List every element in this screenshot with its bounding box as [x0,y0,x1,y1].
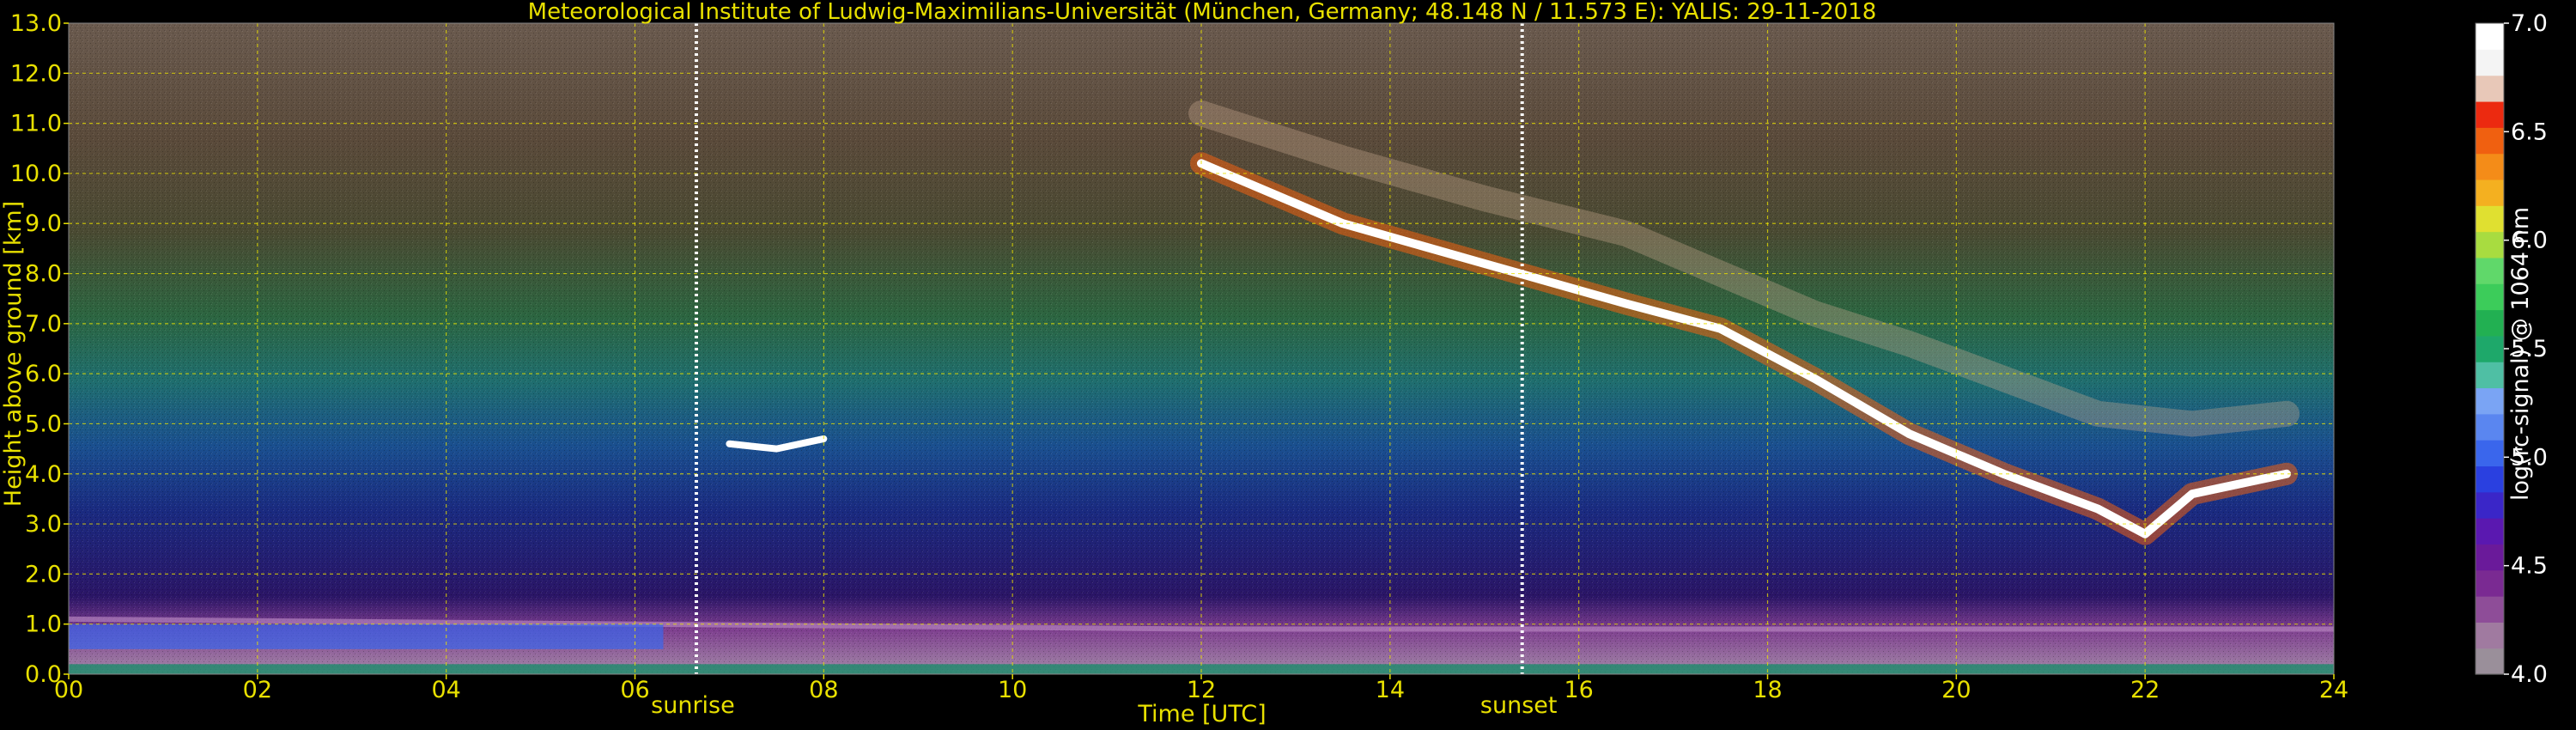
lidar-chart: sunrise sunset 00 02 04 06 08 10 12 14 16 18 20 22 24… [0,0,2548,727]
colorbar-tick-label: 4.0 [2511,661,2548,688]
colorbar-segment [2476,100,2504,128]
x-tick-label: 18 [1753,677,1782,703]
colorbar-segment [2476,335,2504,362]
y-tick-label: 10.0 [10,161,62,187]
colorbar-segment [2476,127,2504,155]
y-tick-label: 13.0 [10,10,62,37]
x-axis-ticks: 00 02 04 06 08 10 12 14 16 18 20 22 24 [54,674,2348,703]
x-tick-label: 06 [620,677,649,703]
colorbar-segment [2476,75,2504,102]
marker-label-sunset: sunset [1480,692,1558,719]
colorbar-segment [2476,309,2504,337]
colorbar-segment [2476,49,2504,76]
chart-title: Meteorological Institute of Ludwig-Maxim… [528,0,1877,25]
colorbar-tick-label: 7.0 [2511,10,2548,37]
y-tick-label: 1.0 [25,611,62,638]
colorbar-segment [2476,362,2504,389]
colorbar-segment [2476,179,2504,206]
colorbar-segment [2476,648,2504,675]
x-tick-label: 10 [998,677,1027,703]
y-tick-label: 11.0 [10,111,62,137]
x-tick-label: 24 [2319,677,2348,703]
marker-label-sunrise: sunrise [651,692,735,719]
y-tick-label: 4.0 [25,461,62,488]
y-tick-label: 3.0 [25,511,62,538]
x-tick-label: 22 [2130,677,2160,703]
x-tick-label: 16 [1564,677,1593,703]
x-tick-label: 14 [1376,677,1405,703]
colorbar-segment [2476,622,2504,649]
colorbar [2475,22,2505,675]
colorbar-segment [2476,23,2504,50]
y-tick-label: 12.0 [10,60,62,87]
y-tick-label: 5.0 [25,411,62,437]
y-tick-label: 8.0 [25,261,62,288]
colorbar-segment [2476,231,2504,259]
colorbar-segment [2476,465,2504,493]
y-tick-label: 9.0 [25,210,62,237]
y-tick-label: 2.0 [25,561,62,587]
colorbar-segment [2476,569,2504,597]
y-tick-label: 6.0 [25,361,62,387]
colorbar-segment [2476,283,2504,311]
colorbar-segment [2476,491,2504,519]
night-aerosol-layer [69,624,664,649]
x-tick-label: 04 [431,677,460,703]
y-tick-label: 7.0 [25,311,62,338]
colorbar-label: log(rc-signal) @ 1064 nm [2507,207,2534,501]
colorbar-segment [2476,544,2504,571]
plot-area: sunrise sunset [68,22,2335,719]
colorbar-segment [2476,257,2504,284]
colorbar-tick-label: 6.5 [2511,119,2548,145]
colorbar-segment [2476,440,2504,467]
colorbar-segment [2476,413,2504,441]
colorbar-segment [2476,518,2504,544]
colorbar-segment [2476,205,2504,233]
colorbar-segment [2476,387,2504,415]
x-tick-label: 12 [1187,677,1216,703]
colorbar-segment [2476,596,2504,623]
x-axis-label: Time [UTC] [1137,701,1266,727]
colorbar-tick-label: 4.5 [2511,553,2548,580]
x-tick-label: 02 [243,677,272,703]
y-tick-label: 0.0 [25,661,62,688]
x-tick-label: 20 [1941,677,1971,703]
colorbar-segment [2476,153,2504,180]
x-tick-label: 08 [809,677,838,703]
y-axis-label: Height above ground [km] [0,201,27,507]
